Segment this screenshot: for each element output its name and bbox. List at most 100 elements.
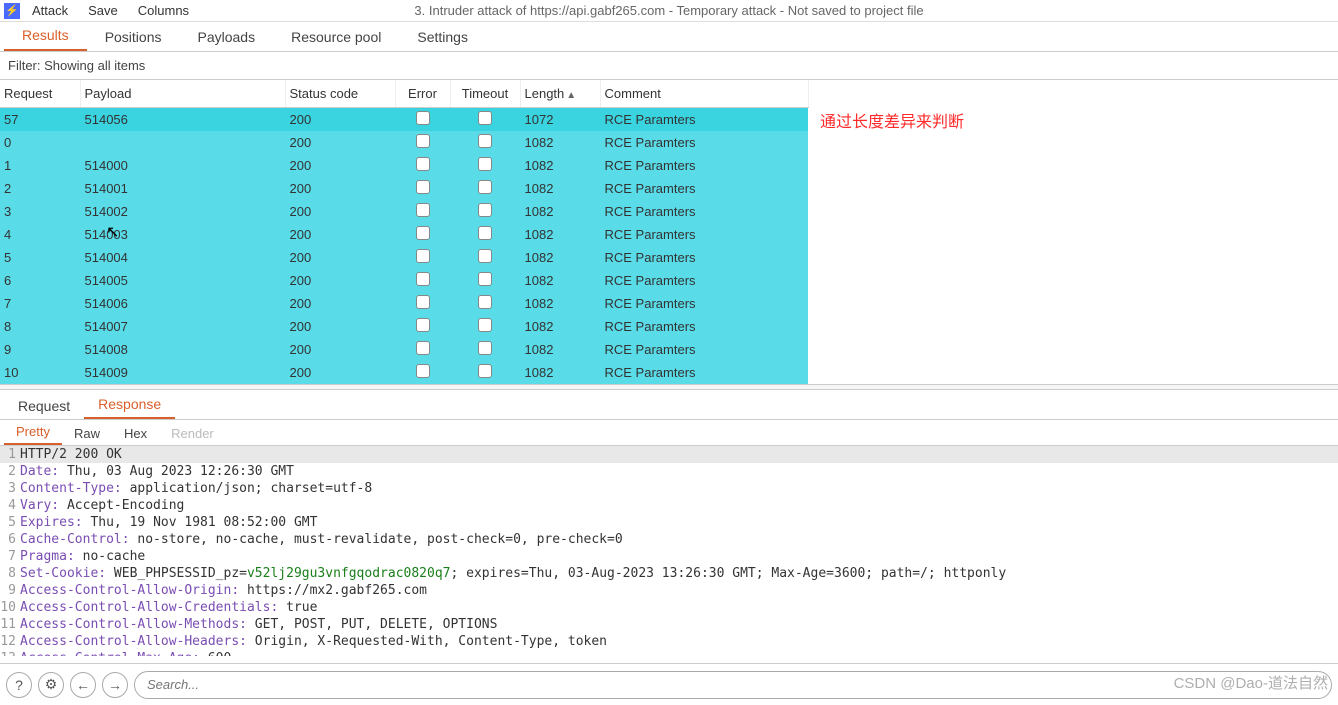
cell: 57	[0, 108, 80, 132]
code-content: HTTP/2 200 OK	[20, 446, 122, 463]
col-timeout[interactable]: Timeout	[450, 80, 520, 108]
search-box[interactable]	[134, 671, 1332, 699]
results-table[interactable]: RequestPayloadStatus codeErrorTimeoutLen…	[0, 80, 809, 384]
error-checkbox	[416, 226, 430, 240]
cell: 9	[0, 338, 80, 361]
cell	[450, 223, 520, 246]
search-input[interactable]	[147, 677, 1319, 692]
nav-back-button[interactable]: ←	[70, 672, 96, 698]
tab-resource-pool[interactable]: Resource pool	[273, 23, 399, 51]
timeout-checkbox	[478, 111, 492, 125]
code-content: Set-Cookie: WEB_PHPSESSID_pz=v52lj29gu3v…	[20, 565, 1006, 582]
tab-positions[interactable]: Positions	[87, 23, 180, 51]
code-content: Access-Control-Allow-Origin: https://mx2…	[20, 582, 427, 599]
tab-settings[interactable]: Settings	[399, 23, 486, 51]
settings-button[interactable]: ⚙	[38, 672, 64, 698]
error-checkbox	[416, 318, 430, 332]
code-line[interactable]: 2Date: Thu, 03 Aug 2023 12:26:30 GMT	[0, 463, 1338, 480]
line-number: 10	[0, 599, 20, 616]
cell	[450, 315, 520, 338]
help-button[interactable]: ?	[6, 672, 32, 698]
cell: 0	[0, 131, 80, 154]
code-line[interactable]: 5Expires: Thu, 19 Nov 1981 08:52:00 GMT	[0, 514, 1338, 531]
code-line[interactable]: 4Vary: Accept-Encoding	[0, 497, 1338, 514]
timeout-checkbox	[478, 226, 492, 240]
cell: 1082	[520, 131, 600, 154]
cell	[450, 338, 520, 361]
code-line[interactable]: 7Pragma: no-cache	[0, 548, 1338, 565]
col-length[interactable]: Length▲	[520, 80, 600, 108]
code-line[interactable]: 9Access-Control-Allow-Origin: https://mx…	[0, 582, 1338, 599]
col-request[interactable]: Request	[0, 80, 80, 108]
table-row[interactable]: 02001082RCE Paramters	[0, 131, 808, 154]
table-row[interactable]: 85140072001082RCE Paramters	[0, 315, 808, 338]
menu-columns[interactable]: Columns	[138, 3, 189, 18]
table-row[interactable]: 65140052001082RCE Paramters	[0, 269, 808, 292]
cell	[395, 223, 450, 246]
cell: 10	[0, 361, 80, 384]
results-table-wrap: RequestPayloadStatus codeErrorTimeoutLen…	[0, 80, 1338, 384]
line-number: 3	[0, 480, 20, 497]
cell: 3	[0, 200, 80, 223]
view-tab-raw[interactable]: Raw	[62, 422, 112, 445]
cell	[450, 131, 520, 154]
cell: 7	[0, 292, 80, 315]
view-tab-hex[interactable]: Hex	[112, 422, 159, 445]
code-line[interactable]: 13Access-Control-Max-Age: 600	[0, 650, 1338, 656]
response-viewer[interactable]: 1HTTP/2 200 OK2Date: Thu, 03 Aug 2023 12…	[0, 446, 1338, 656]
cell: 514003	[80, 223, 285, 246]
table-row[interactable]: 575140562001072RCE Paramters	[0, 108, 808, 132]
msg-tab-response[interactable]: Response	[84, 391, 175, 419]
menu-attack[interactable]: Attack	[32, 3, 68, 18]
cell: 200	[285, 177, 395, 200]
code-line[interactable]: 8Set-Cookie: WEB_PHPSESSID_pz=v52lj29gu3…	[0, 565, 1338, 582]
line-number: 4	[0, 497, 20, 514]
col-error[interactable]: Error	[395, 80, 450, 108]
code-line[interactable]: 10Access-Control-Allow-Credentials: true	[0, 599, 1338, 616]
table-row[interactable]: 75140062001082RCE Paramters	[0, 292, 808, 315]
cell	[395, 177, 450, 200]
view-tab-pretty[interactable]: Pretty	[4, 420, 62, 445]
cell: 200	[285, 269, 395, 292]
error-checkbox	[416, 157, 430, 171]
table-row[interactable]: 25140012001082RCE Paramters	[0, 177, 808, 200]
code-content: Date: Thu, 03 Aug 2023 12:26:30 GMT	[20, 463, 294, 480]
code-line[interactable]: 12Access-Control-Allow-Headers: Origin, …	[0, 633, 1338, 650]
line-number: 2	[0, 463, 20, 480]
error-checkbox	[416, 272, 430, 286]
cell: RCE Paramters	[600, 338, 808, 361]
cell: RCE Paramters	[600, 131, 808, 154]
col-comment[interactable]: Comment	[600, 80, 808, 108]
cell	[450, 246, 520, 269]
table-row[interactable]: 45140032001082RCE Paramters	[0, 223, 808, 246]
cell	[395, 292, 450, 315]
tab-results[interactable]: Results	[4, 21, 87, 51]
menu-save[interactable]: Save	[88, 3, 118, 18]
code-line[interactable]: 11Access-Control-Allow-Methods: GET, POS…	[0, 616, 1338, 633]
cell: 514005	[80, 269, 285, 292]
table-row[interactable]: 55140042001082RCE Paramters	[0, 246, 808, 269]
cell: 1082	[520, 361, 600, 384]
msg-tab-request[interactable]: Request	[4, 393, 84, 419]
error-checkbox	[416, 249, 430, 263]
col-status-code[interactable]: Status code	[285, 80, 395, 108]
cell: 200	[285, 108, 395, 132]
timeout-checkbox	[478, 180, 492, 194]
cell: 1082	[520, 200, 600, 223]
code-line[interactable]: 3Content-Type: application/json; charset…	[0, 480, 1338, 497]
line-number: 9	[0, 582, 20, 599]
view-tab-render[interactable]: Render	[159, 422, 226, 445]
nav-forward-button[interactable]: →	[102, 672, 128, 698]
col-payload[interactable]: Payload	[80, 80, 285, 108]
table-row[interactable]: 35140022001082RCE Paramters	[0, 200, 808, 223]
table-row[interactable]: 15140002001082RCE Paramters	[0, 154, 808, 177]
app-icon: ⚡	[4, 3, 20, 19]
cell: 514001	[80, 177, 285, 200]
table-row[interactable]: 95140082001082RCE Paramters	[0, 338, 808, 361]
tab-payloads[interactable]: Payloads	[180, 23, 274, 51]
line-number: 6	[0, 531, 20, 548]
filter-bar[interactable]: Filter: Showing all items	[0, 52, 1338, 80]
code-line[interactable]: 6Cache-Control: no-store, no-cache, must…	[0, 531, 1338, 548]
code-line[interactable]: 1HTTP/2 200 OK	[0, 446, 1338, 463]
table-row[interactable]: 105140092001082RCE Paramters	[0, 361, 808, 384]
